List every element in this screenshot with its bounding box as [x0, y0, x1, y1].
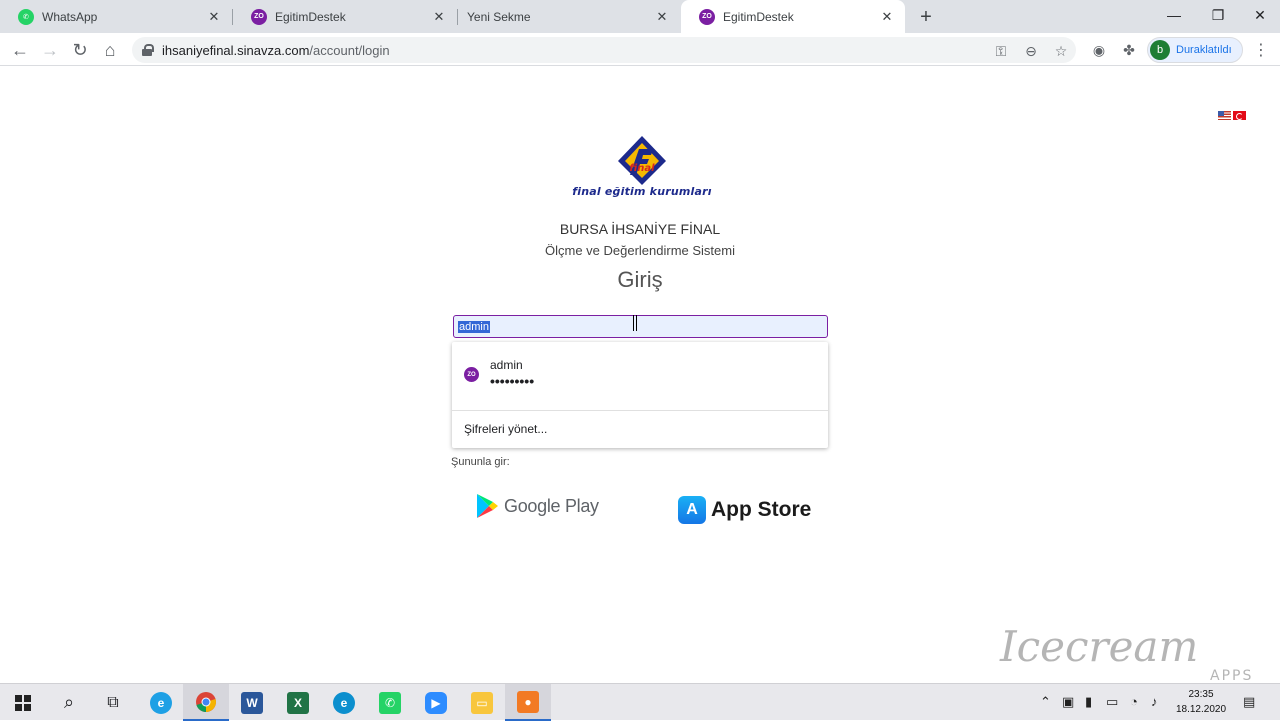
- home-button[interactable]: ⌂: [96, 36, 124, 64]
- signin-with-label: Şununla gir:: [451, 456, 510, 468]
- avatar: b: [1150, 40, 1170, 60]
- chevron-up-icon[interactable]: ⌃: [1040, 694, 1051, 710]
- clock-time: 23:35: [1188, 689, 1214, 700]
- clock[interactable]: 23:35 18.12.2020: [1172, 687, 1230, 717]
- tab-egitimdestek-active[interactable]: ZO EgitimDestek ✕: [681, 0, 905, 33]
- address-bar[interactable]: ihsaniyefinal.sinavza.com/account/login …: [132, 37, 1076, 63]
- tab-egitimdestek[interactable]: ZO EgitimDestek ✕: [233, 0, 457, 33]
- watermark-script: Icecream: [1000, 622, 1199, 671]
- url-path: /account/login: [309, 42, 390, 58]
- divider: [452, 410, 828, 411]
- microphone-icon[interactable]: ▮: [1085, 694, 1092, 710]
- notification-icon[interactable]: ▤: [1243, 694, 1255, 710]
- zo-icon: ZO: [464, 367, 479, 382]
- zo-icon: ZO: [251, 8, 267, 25]
- forward-button[interactable]: →: [36, 36, 64, 64]
- internet-explorer-icon[interactable]: e: [138, 684, 184, 721]
- us-flag-icon[interactable]: [1218, 111, 1231, 120]
- star-icon[interactable]: ☆: [1052, 42, 1070, 60]
- tab-whatsapp[interactable]: ✆ WhatsApp ✕: [0, 0, 232, 33]
- new-tab-button[interactable]: +: [914, 5, 938, 29]
- extension-record-icon[interactable]: ◉: [1085, 36, 1113, 64]
- system-subtitle: Ölçme ve Değerlendirme Sistemi: [544, 243, 735, 258]
- logo: final final eğitim kurumları: [567, 135, 717, 201]
- clock-date: 18.12.2020: [1175, 704, 1227, 715]
- autofill-suggestion[interactable]: ZO admin •••••••••: [452, 342, 828, 410]
- text-cursor-icon: [633, 315, 637, 331]
- page-content: final final eğitim kurumları BURSA İHSAN…: [0, 67, 1280, 684]
- app-store-button[interactable]: A App Store: [678, 495, 811, 525]
- battery-icon[interactable]: ▭: [1106, 694, 1118, 710]
- taskbar: ⌕ ⧉ e W X e ✆ ▶ ▭ ● ⌃ ▣ ▮ ▭ ◔ ♪ 23:35 18…: [0, 683, 1280, 721]
- tab-new-tab[interactable]: Yeni Sekme ✕: [458, 0, 680, 33]
- task-view-icon[interactable]: ⧉: [90, 684, 136, 721]
- minimize-button[interactable]: —: [1152, 0, 1196, 30]
- tab-title: EgitimDestek: [723, 9, 794, 24]
- word-icon[interactable]: W: [229, 684, 275, 721]
- zoom-icon[interactable]: ⊖: [1022, 42, 1040, 60]
- restore-button[interactable]: ❐: [1196, 0, 1240, 30]
- tab-title: Yeni Sekme: [467, 9, 531, 24]
- url-host: ihsaniyefinal.sinavza.com: [162, 42, 310, 58]
- svg-text:final: final: [629, 163, 655, 174]
- whatsapp-icon: ✆: [18, 8, 34, 25]
- tab-title: WhatsApp: [42, 9, 98, 24]
- zoom-icon[interactable]: ▶: [413, 684, 459, 721]
- app-store-label: App Store: [711, 498, 812, 521]
- close-icon[interactable]: ✕: [879, 9, 895, 25]
- profile-button[interactable]: b Duraklatıldı: [1147, 37, 1243, 63]
- username-value: admin: [458, 320, 490, 333]
- file-explorer-icon[interactable]: ▭: [459, 684, 505, 721]
- page-title: Giriş: [617, 267, 663, 292]
- back-button[interactable]: ←: [6, 36, 34, 64]
- window-close-button[interactable]: ✕: [1238, 0, 1280, 30]
- final-logo-icon: final: [618, 136, 666, 185]
- suggestion-username: admin: [490, 358, 523, 372]
- google-play-button[interactable]: Google Play: [476, 492, 599, 520]
- whatsapp-taskbar-icon[interactable]: ✆: [367, 684, 413, 721]
- app-store-icon: A: [678, 496, 706, 524]
- profile-status: Duraklatıldı: [1176, 44, 1232, 56]
- excel-icon[interactable]: X: [275, 684, 321, 721]
- start-button[interactable]: [0, 684, 46, 721]
- chrome-logo: [196, 691, 216, 712]
- autofill-dropdown: ZO admin ••••••••• Şifreleri yönet...: [452, 342, 828, 448]
- volume-icon[interactable]: ♪: [1151, 694, 1158, 709]
- windows-icon: [15, 694, 31, 711]
- lock-icon[interactable]: [142, 44, 154, 56]
- icecream-recorder-icon[interactable]: ●: [505, 684, 551, 721]
- puzzle-icon[interactable]: ✤: [1115, 36, 1143, 64]
- zo-icon: ZO: [699, 8, 715, 25]
- logo-text: final eğitim kurumları: [572, 185, 712, 198]
- suggestion-password: •••••••••: [490, 373, 535, 389]
- search-icon[interactable]: ⌕: [46, 684, 92, 721]
- close-icon[interactable]: ✕: [431, 9, 447, 25]
- manage-passwords-link[interactable]: Şifreleri yönet...: [464, 422, 547, 436]
- watermark-sub: APPS: [1210, 668, 1254, 684]
- browser-toolbar: ← → ↻ ⌂ ihsaniyefinal.sinavza.com/accoun…: [0, 33, 1280, 66]
- username-input[interactable]: admin: [453, 315, 828, 338]
- google-play-label: Google Play: [504, 495, 599, 516]
- language-selector: [1218, 111, 1246, 120]
- reload-button[interactable]: ↻: [66, 36, 94, 64]
- tab-strip: ✆ WhatsApp ✕ ZO EgitimDestek ✕ Yeni Sekm…: [0, 0, 1280, 33]
- organization-name: BURSA İHSANİYE FİNAL: [559, 221, 721, 237]
- tr-flag-icon[interactable]: [1233, 111, 1246, 120]
- camera-icon[interactable]: ▣: [1062, 694, 1074, 710]
- close-icon[interactable]: ✕: [206, 9, 222, 25]
- google-play-icon: [477, 494, 498, 518]
- close-icon[interactable]: ✕: [654, 9, 670, 25]
- chrome-icon[interactable]: [183, 684, 229, 721]
- edge-icon[interactable]: e: [321, 684, 367, 721]
- wifi-icon[interactable]: ◔: [1130, 694, 1138, 709]
- key-icon[interactable]: ⚿: [992, 42, 1010, 60]
- tab-title: EgitimDestek: [275, 9, 346, 24]
- more-menu-icon[interactable]: ⋮: [1252, 41, 1270, 59]
